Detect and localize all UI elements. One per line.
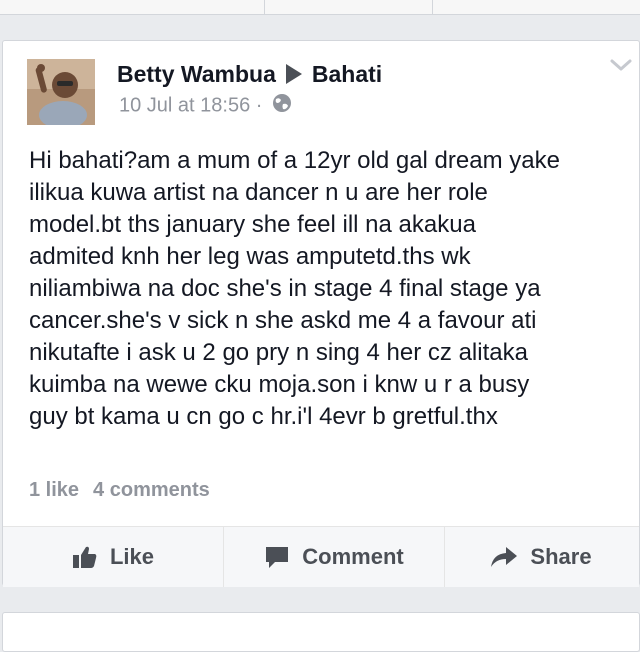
author-name[interactable]: Betty Wambua [117,61,276,87]
post-text-line: nikutafte i ask u 2 go pry n sing 4 her … [29,339,528,366]
divider [432,0,433,14]
post-body: Hi bahati?am a mum of a 12yr old gal dre… [29,145,640,433]
post-meta: 10 Jul at 18:56 · [119,93,292,119]
post-text-line: model.bt ths january she feel ill na aka… [29,211,476,238]
post-text-line: niliambiwa na doc she's in stage 4 final… [29,275,541,302]
next-post-card [2,612,640,652]
post-card: Betty Wambua Bahati 10 Jul at 18:56 · Hi … [2,40,640,587]
action-bar: Like Comment Share [3,526,639,587]
comments-count[interactable]: 4 comments [93,479,210,501]
comment-label: Comment [302,544,404,569]
post-text-line: cancer.she's v sick n she askd me 4 a fa… [29,307,537,334]
like-button[interactable]: Like [3,527,223,587]
post-text-line: Hi bahati?am a mum of a 12yr old gal dre… [29,147,560,174]
post-text-line: guy bt kama u cn go c hr.i'l 4evr b gret… [29,403,498,430]
chevron-down-icon[interactable] [609,57,633,78]
post-stats: 1 like 4 comments [29,479,210,502]
previous-post-card [0,0,640,15]
globe-icon[interactable] [272,93,292,119]
post-text-line: admited knh her leg was amputetd.ths wk [29,243,471,270]
avatar[interactable] [27,59,95,125]
comment-icon [266,547,289,568]
post-text-line: kuimba na wewe cku moja.son i knw u r a … [29,371,530,398]
target-name[interactable]: Bahati [312,61,382,87]
share-label: Share [530,544,592,569]
comment-button[interactable]: Comment [223,527,445,587]
post-text-line: ilikua kuwa artist na dancer n u are her… [29,179,488,206]
likes-count[interactable]: 1 like [29,479,79,501]
post-header-names: Betty Wambua Bahati [117,61,382,88]
share-arrow-icon [491,547,518,567]
divider [264,0,265,14]
meta-separator: · [255,94,263,117]
thumbs-up-icon [72,546,97,568]
timestamp[interactable]: 10 Jul at 18:56 [119,94,250,116]
share-button[interactable]: Share [443,527,639,587]
arrow-right-icon [285,63,302,84]
like-label: Like [109,544,155,569]
